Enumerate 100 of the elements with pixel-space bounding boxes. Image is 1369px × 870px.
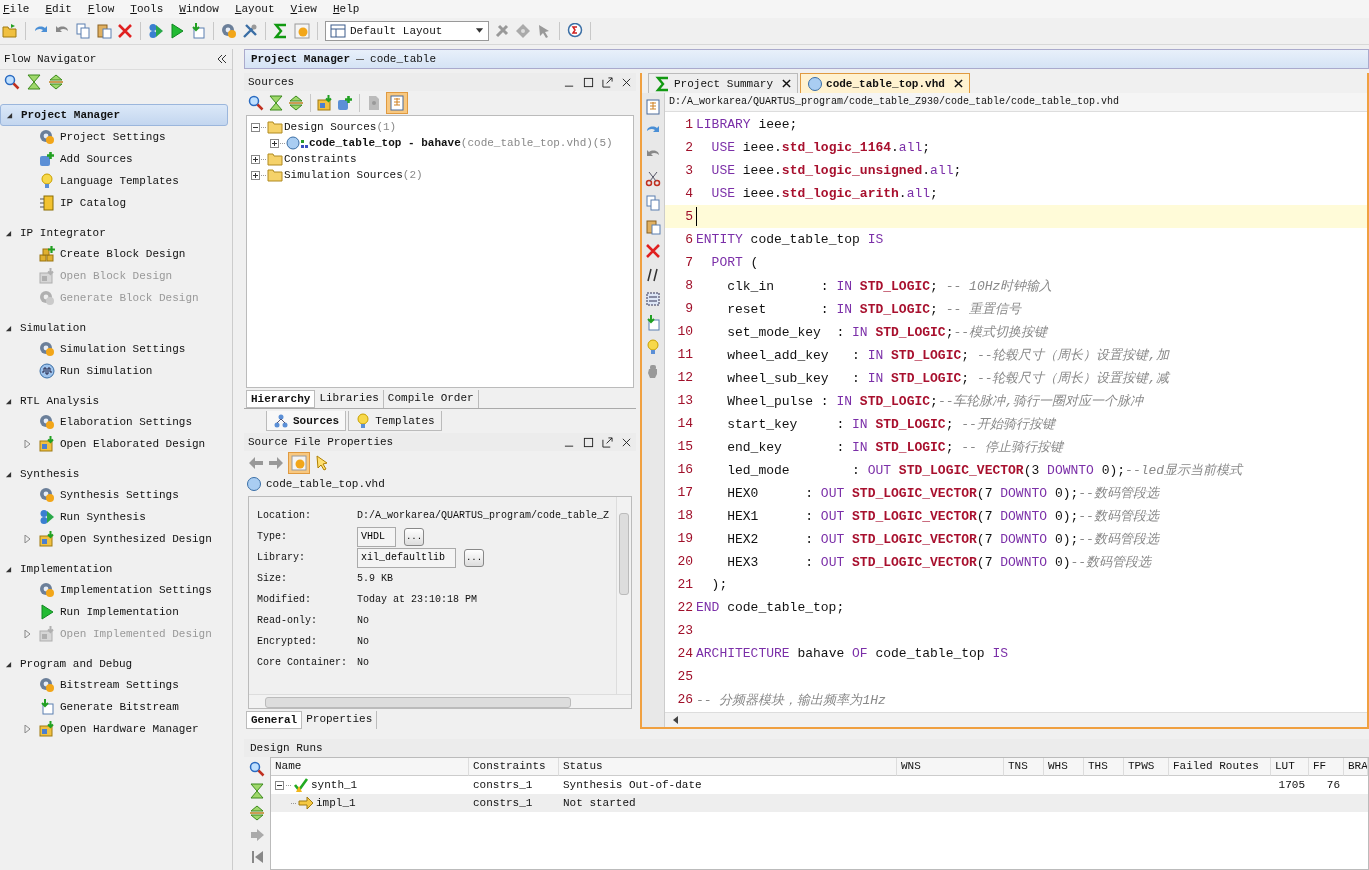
close-icon[interactable] bbox=[782, 79, 792, 88]
nav-item[interactable]: Simulation Settings bbox=[39, 341, 186, 357]
delete-icon[interactable] bbox=[117, 23, 133, 39]
menu-item[interactable]: Edit bbox=[45, 3, 72, 15]
browse-button[interactable]: ... bbox=[464, 548, 484, 567]
tree-item[interactable]: Design Sources(1) bbox=[284, 121, 397, 133]
scissors-icon[interactable] bbox=[645, 171, 661, 187]
nav-item[interactable]: Run Implementation bbox=[39, 604, 179, 620]
float-icon[interactable] bbox=[602, 436, 613, 448]
section-header[interactable]: IP Integrator bbox=[0, 223, 228, 243]
download-icon[interactable] bbox=[190, 23, 206, 39]
show-sources-button[interactable] bbox=[386, 92, 408, 114]
maximize-icon[interactable] bbox=[583, 436, 594, 448]
tab[interactable]: Sources bbox=[266, 411, 347, 431]
open-folder-icon[interactable] bbox=[2, 23, 18, 39]
paste-icon[interactable] bbox=[96, 23, 112, 39]
nav-item[interactable]: Open Synthesized Design bbox=[39, 531, 212, 547]
section-header[interactable]: Synthesis bbox=[0, 464, 228, 484]
browse-button[interactable]: ... bbox=[404, 527, 424, 546]
document-icon[interactable] bbox=[366, 95, 382, 111]
comment-icon[interactable] bbox=[645, 267, 661, 283]
nav-item[interactable]: Elaboration Settings bbox=[39, 414, 193, 430]
column-header[interactable]: TNS bbox=[1004, 758, 1044, 776]
nav-item[interactable]: Language Templates bbox=[39, 173, 179, 189]
tree-expander-icon[interactable] bbox=[270, 138, 279, 148]
column-header[interactable]: BRA bbox=[1344, 758, 1368, 776]
property-field[interactable]: VHDL bbox=[357, 526, 396, 547]
search-icon[interactable] bbox=[249, 761, 265, 777]
menu-item[interactable]: Layout bbox=[234, 3, 275, 15]
column-header[interactable]: LUT bbox=[1271, 758, 1309, 776]
nav-item[interactable]: IP Catalog bbox=[39, 195, 126, 211]
collapse-all-icon[interactable] bbox=[249, 783, 265, 799]
block-select-icon[interactable] bbox=[645, 291, 661, 307]
section-header[interactable]: Program and Debug bbox=[0, 654, 228, 674]
scrollbar[interactable] bbox=[665, 712, 1367, 727]
nav-item[interactable]: Synthesis Settings bbox=[39, 487, 179, 503]
circles-arrow-icon[interactable] bbox=[148, 23, 164, 39]
column-header[interactable]: FF bbox=[1309, 758, 1344, 776]
copy-icon[interactable] bbox=[75, 23, 91, 39]
column-header[interactable]: Status bbox=[559, 758, 897, 776]
menu-item[interactable]: View bbox=[290, 3, 317, 15]
expand-arrow-icon[interactable] bbox=[23, 440, 31, 448]
column-header[interactable]: TPWS bbox=[1124, 758, 1169, 776]
layout-dropdown[interactable]: Default Layout bbox=[325, 21, 489, 41]
nav-item[interactable]: Open Elaborated Design bbox=[39, 436, 206, 452]
gear-icon[interactable] bbox=[221, 23, 237, 39]
expand-arrow-icon[interactable] bbox=[23, 535, 31, 543]
first-icon[interactable] bbox=[249, 849, 265, 865]
nav-item[interactable]: Create Block Design bbox=[39, 246, 186, 262]
collapse-all-icon[interactable] bbox=[268, 95, 284, 111]
nav-item[interactable]: Implementation Settings bbox=[39, 582, 212, 598]
tree-item[interactable]: Constraints bbox=[284, 153, 357, 165]
float-icon[interactable] bbox=[602, 76, 613, 88]
column-header[interactable]: THS bbox=[1084, 758, 1124, 776]
tree-expander-icon[interactable] bbox=[251, 122, 260, 132]
nav-item[interactable]: Bitstream Settings bbox=[39, 677, 179, 693]
next-icon[interactable] bbox=[249, 827, 265, 843]
section-header[interactable]: Implementation bbox=[0, 559, 228, 579]
tab[interactable]: Properties bbox=[302, 711, 378, 729]
collapse-all-icon[interactable] bbox=[26, 74, 42, 90]
scroll-left-icon[interactable] bbox=[673, 716, 679, 724]
menu-item[interactable]: Help bbox=[332, 3, 360, 15]
back-arrow-icon[interactable] bbox=[248, 455, 264, 471]
editor-tab[interactable]: code_table_top.vhd bbox=[800, 73, 970, 93]
lightbulb-icon[interactable] bbox=[645, 339, 661, 355]
cursor-icon[interactable] bbox=[314, 455, 330, 471]
column-header[interactable]: Name bbox=[271, 758, 469, 776]
tree-expander-icon[interactable] bbox=[275, 780, 284, 790]
help-bubble-icon[interactable] bbox=[567, 23, 583, 39]
column-header[interactable]: WNS bbox=[897, 758, 1004, 776]
search-icon[interactable] bbox=[4, 74, 20, 90]
search-icon[interactable] bbox=[248, 95, 264, 111]
nav-item[interactable]: Project Settings bbox=[39, 129, 166, 145]
tab[interactable]: Compile Order bbox=[383, 390, 479, 408]
section-header[interactable]: Simulation bbox=[0, 318, 228, 338]
sigma-icon[interactable] bbox=[273, 23, 289, 39]
menu-item[interactable]: Tools bbox=[130, 3, 164, 15]
tree-item[interactable]: code_table_top - bahave(code_table_top.vhd)(5) bbox=[309, 137, 613, 149]
close-icon[interactable] bbox=[621, 436, 632, 448]
tab[interactable]: Templates bbox=[348, 411, 442, 431]
column-header[interactable]: Failed Routes bbox=[1169, 758, 1271, 776]
double-chevron-icon[interactable] bbox=[216, 54, 228, 64]
tree-item[interactable]: Simulation Sources(2) bbox=[284, 169, 423, 181]
diamond-icon[interactable] bbox=[515, 23, 531, 39]
column-header[interactable]: Constraints bbox=[469, 758, 559, 776]
property-field[interactable]: xil_defaultlib bbox=[357, 547, 456, 568]
nav-item[interactable]: Generate Bitstream bbox=[39, 699, 179, 715]
play-icon[interactable] bbox=[169, 23, 185, 39]
tree-expander-icon[interactable] bbox=[251, 154, 260, 164]
add-icon[interactable] bbox=[337, 95, 353, 111]
nav-item[interactable]: Run Synthesis bbox=[39, 509, 146, 525]
nav-item[interactable]: Run Simulation bbox=[39, 363, 153, 379]
design-icon[interactable] bbox=[317, 95, 333, 111]
table-row[interactable]: impl_1 constrs_1 Not started bbox=[271, 794, 1368, 812]
run-name[interactable]: synth_1 bbox=[311, 779, 358, 791]
expand-all-icon[interactable] bbox=[48, 74, 64, 90]
paste-icon[interactable] bbox=[645, 219, 661, 235]
menu-item[interactable]: File bbox=[3, 3, 30, 15]
expand-all-icon[interactable] bbox=[288, 95, 304, 111]
outline-icon[interactable] bbox=[645, 99, 661, 115]
